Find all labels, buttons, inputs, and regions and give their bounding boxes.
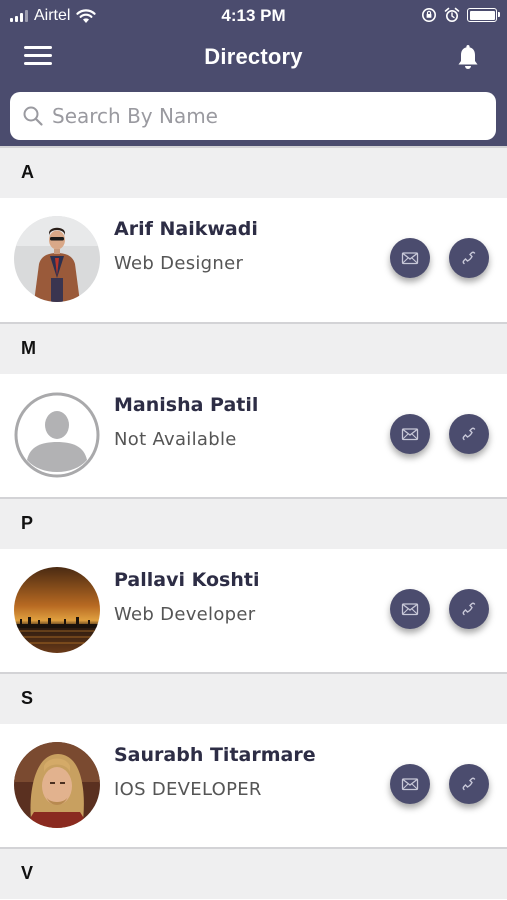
section-letter: P (21, 513, 34, 533)
avatar (14, 216, 100, 302)
avatar-photo-arif (14, 216, 100, 302)
status-bar: Airtel 4:13 PM (0, 0, 507, 32)
avatar (14, 567, 100, 653)
battery-icon (467, 8, 500, 22)
email-button[interactable] (390, 589, 430, 629)
contact-role: Web Designer (114, 253, 244, 274)
section-header-m: M (0, 322, 507, 374)
bell-icon (458, 45, 478, 69)
avatar-photo-saurabh (14, 742, 100, 828)
mail-icon (401, 603, 419, 616)
phone-icon (462, 427, 476, 441)
contact-row[interactable]: Saurabh Titarmare IOS DEVELOPER (0, 724, 507, 848)
email-button[interactable] (390, 764, 430, 804)
avatar (14, 742, 100, 828)
mail-icon (401, 252, 419, 265)
orientation-lock-icon (422, 8, 436, 22)
section-header-s: S (0, 672, 507, 724)
avatar-photo-pallavi (14, 567, 100, 653)
section-header-a: A (0, 146, 507, 198)
contact-role: Web Developer (114, 604, 256, 625)
page-title: Directory (204, 44, 303, 69)
section-letter: S (21, 688, 34, 708)
contact-name: Pallavi Koshti (114, 569, 260, 591)
search-icon (23, 106, 43, 126)
section-letter: V (21, 863, 34, 883)
section-letter: M (21, 338, 36, 358)
phone-icon (462, 777, 476, 791)
call-button[interactable] (449, 238, 489, 278)
alarm-icon (444, 7, 460, 22)
phone-icon (462, 602, 476, 616)
contact-role: Not Available (114, 429, 237, 450)
phone-icon (462, 251, 476, 265)
section-letter: A (21, 162, 34, 182)
contact-name: Saurabh Titarmare (114, 744, 316, 766)
call-button[interactable] (449, 414, 489, 454)
contact-role: IOS DEVELOPER (114, 779, 262, 800)
search-input[interactable] (52, 104, 472, 128)
status-right (421, 7, 500, 23)
contact-name: Manisha Patil (114, 394, 259, 416)
notifications-button[interactable] (453, 42, 483, 72)
default-avatar-icon (14, 392, 100, 478)
mail-icon (401, 428, 419, 441)
call-button[interactable] (449, 589, 489, 629)
section-header-p: P (0, 497, 507, 549)
email-button[interactable] (390, 414, 430, 454)
mail-icon (401, 778, 419, 791)
nav-bar: Directory (0, 34, 507, 84)
contact-row[interactable]: Pallavi Koshti Web Developer (0, 549, 507, 673)
app-header: Airtel 4:13 PM Directory Search By Name (0, 0, 507, 146)
email-button[interactable] (390, 238, 430, 278)
contact-row[interactable]: Manisha Patil Not Available (0, 374, 507, 498)
section-header-v: V (0, 847, 507, 899)
search-bar (10, 92, 496, 140)
avatar (14, 392, 100, 478)
contact-name: Arif Naikwadi (114, 218, 258, 240)
contact-row[interactable]: Arif Naikwadi Web Designer (0, 198, 507, 322)
call-button[interactable] (449, 764, 489, 804)
